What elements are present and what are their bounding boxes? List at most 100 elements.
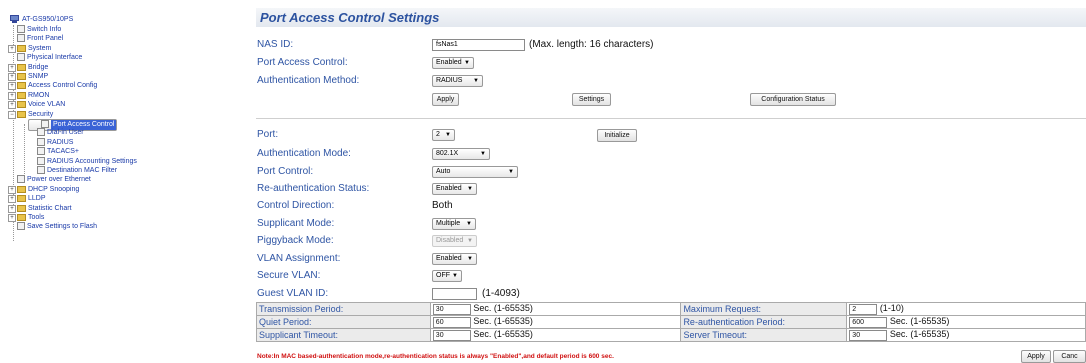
control-direction-label: Control Direction: [257, 200, 335, 211]
guest-vlan-label: Guest VLAN ID: [257, 288, 329, 299]
open-folder-icon [17, 110, 26, 118]
tree-item-snmp[interactable]: + SNMP [8, 72, 48, 81]
tree-item-tools[interactable]: + Tools [8, 213, 44, 222]
collapse-icon[interactable]: − [8, 110, 16, 119]
tree-item-front-panel[interactable]: Front Panel [8, 34, 63, 43]
tree-item-statistic-chart[interactable]: + Statistic Chart [8, 204, 72, 213]
piggyback-mode-select[interactable]: Disabled ▼ [432, 235, 477, 247]
tree-item-lldp[interactable]: + LLDP [8, 194, 46, 204]
dropdown-arrow-icon: ▼ [473, 78, 479, 84]
auth-method-select[interactable]: RADIUS ▼ [432, 75, 483, 87]
tree-item-rmon[interactable]: + RMON [8, 91, 49, 100]
supplicant-timeout-cell: 30 Sec. (1-65535) [429, 328, 682, 342]
port-access-control-label: Port Access Control: [257, 57, 348, 68]
folder-icon [17, 63, 26, 71]
reauth-period-label: Re-authentication Period: [680, 315, 848, 329]
port-select[interactable]: 2 ▼ [432, 129, 455, 141]
expand-icon[interactable]: + [8, 101, 16, 110]
expand-icon[interactable]: + [8, 44, 16, 53]
tree-item-system[interactable]: + System [8, 44, 51, 53]
quiet-period-label: Quiet Period: [256, 315, 431, 329]
auth-mode-label: Authentication Mode: [257, 148, 351, 159]
page-icon [17, 34, 25, 43]
expand-icon[interactable]: + [8, 214, 16, 222]
nas-id-input[interactable]: fsNas1 [432, 39, 525, 51]
port-control-select[interactable]: Auto ▼ [432, 166, 518, 178]
tree-item-power-over-ethernet[interactable]: Power over Ethernet [8, 175, 91, 184]
expand-icon[interactable]: + [8, 63, 16, 72]
port-access-control-select[interactable]: Enabled ▼ [432, 57, 474, 69]
quiet-period-cell: 60 Sec. (1-65535) [429, 315, 682, 329]
folder-icon [17, 195, 26, 203]
quiet-period-input[interactable]: 60 [432, 316, 471, 328]
expand-icon[interactable]: + [8, 73, 16, 81]
supplicant-mode-select[interactable]: Multiple ▼ [432, 218, 476, 230]
expand-icon[interactable]: + [8, 91, 16, 100]
vlan-assignment-label: VLAN Assignment: [257, 253, 341, 264]
port-label: Port: [257, 129, 279, 140]
tree-item-bridge[interactable]: + Bridge [8, 63, 48, 72]
vlan-assignment-select[interactable]: Enabled ▼ [432, 253, 477, 265]
main-panel: Port Access Control Settings NAS ID: fsN… [255, 0, 1086, 363]
dropdown-arrow-icon: ▼ [508, 169, 514, 175]
tree-item-dial-in-user[interactable]: Dial-in User [28, 128, 84, 137]
tree-item-radius-accounting-settings[interactable]: RADIUS Accounting Settings [28, 156, 137, 166]
piggyback-mode-label: Piggyback Mode: [257, 235, 334, 246]
secure-vlan-select[interactable]: OFF ▼ [432, 270, 462, 282]
supplicant-timeout-input[interactable]: 30 [432, 329, 471, 341]
tree-item-physical-interface[interactable]: Physical Interface [8, 53, 82, 62]
guest-vlan-input[interactable] [432, 288, 477, 300]
computer-icon [10, 15, 20, 24]
supplicant-mode-label: Supplicant Mode: [257, 218, 335, 229]
section-divider [256, 118, 1086, 119]
dropdown-arrow-icon: ▼ [452, 273, 458, 279]
secure-vlan-label: Secure VLAN: [257, 270, 321, 281]
dropdown-arrow-icon: ▼ [467, 238, 473, 244]
bottom-apply-button[interactable]: Apply [1021, 350, 1051, 363]
tree-item-dhcp-snooping[interactable]: + DHCP Snooping [8, 185, 79, 194]
transmission-period-input[interactable]: 30 [432, 303, 471, 315]
control-direction-value: Both [432, 200, 453, 211]
page-icon [37, 128, 45, 137]
guest-vlan-hint: (1-4093) [482, 288, 520, 299]
maximum-request-cell: 2 (1-10) [846, 302, 1086, 316]
tree-item-radius[interactable]: RADIUS [28, 137, 73, 147]
tree-item-security[interactable]: − Security [8, 110, 53, 119]
page-icon [17, 25, 25, 33]
tree-item-save-settings-to-flash[interactable]: Save Settings to Flash [8, 222, 97, 231]
reauth-status-select[interactable]: Enabled ▼ [432, 183, 477, 195]
expand-icon[interactable]: + [8, 195, 16, 204]
page-icon [37, 137, 45, 146]
tree-item-tacacs[interactable]: TACACS+ [28, 147, 79, 156]
initialize-button[interactable]: Initialize [597, 129, 637, 142]
page-icon [17, 53, 25, 62]
port-control-label: Port Control: [257, 166, 314, 177]
apply-button[interactable]: Apply [432, 93, 459, 106]
tree-item-access-control-config[interactable]: + Access Control Config [8, 81, 97, 91]
folder-icon [17, 185, 26, 193]
expand-icon[interactable]: + [8, 204, 16, 213]
expand-icon[interactable]: + [8, 185, 16, 194]
configuration-status-button[interactable]: Configuration Status [750, 93, 836, 106]
folder-icon [17, 82, 26, 90]
maximum-request-input[interactable]: 2 [849, 303, 878, 315]
dropdown-arrow-icon: ▼ [467, 256, 473, 262]
reauth-period-input[interactable]: 600 [849, 316, 888, 328]
tree-item-destination-mac-filter[interactable]: Destination MAC Filter [28, 166, 117, 175]
folder-icon [17, 73, 26, 80]
server-timeout-cell: 30 Sec. (1-65535) [846, 328, 1086, 342]
folder-icon [17, 91, 26, 99]
page-title: Port Access Control Settings [260, 10, 440, 25]
navigation-tree: AT-GS950/10PS Switch Info Front Panel + Sys… [0, 0, 232, 362]
expand-icon[interactable]: + [8, 82, 16, 91]
settings-button[interactable]: Settings [572, 93, 611, 106]
tree-item-voice-vlan[interactable]: + Voice VLAN [8, 100, 65, 110]
server-timeout-label: Server Timeout: [680, 328, 848, 342]
tree-item-switch-info[interactable]: Switch Info [8, 25, 61, 34]
maximum-request-label: Maximum Request: [680, 302, 848, 316]
bottom-cancel-button[interactable]: Canc [1053, 350, 1086, 363]
auth-mode-select[interactable]: 802.1X ▼ [432, 148, 490, 160]
server-timeout-input[interactable]: 30 [849, 329, 888, 341]
tree-root[interactable]: AT-GS950/10PS [10, 15, 73, 24]
dropdown-arrow-icon: ▼ [467, 186, 473, 192]
